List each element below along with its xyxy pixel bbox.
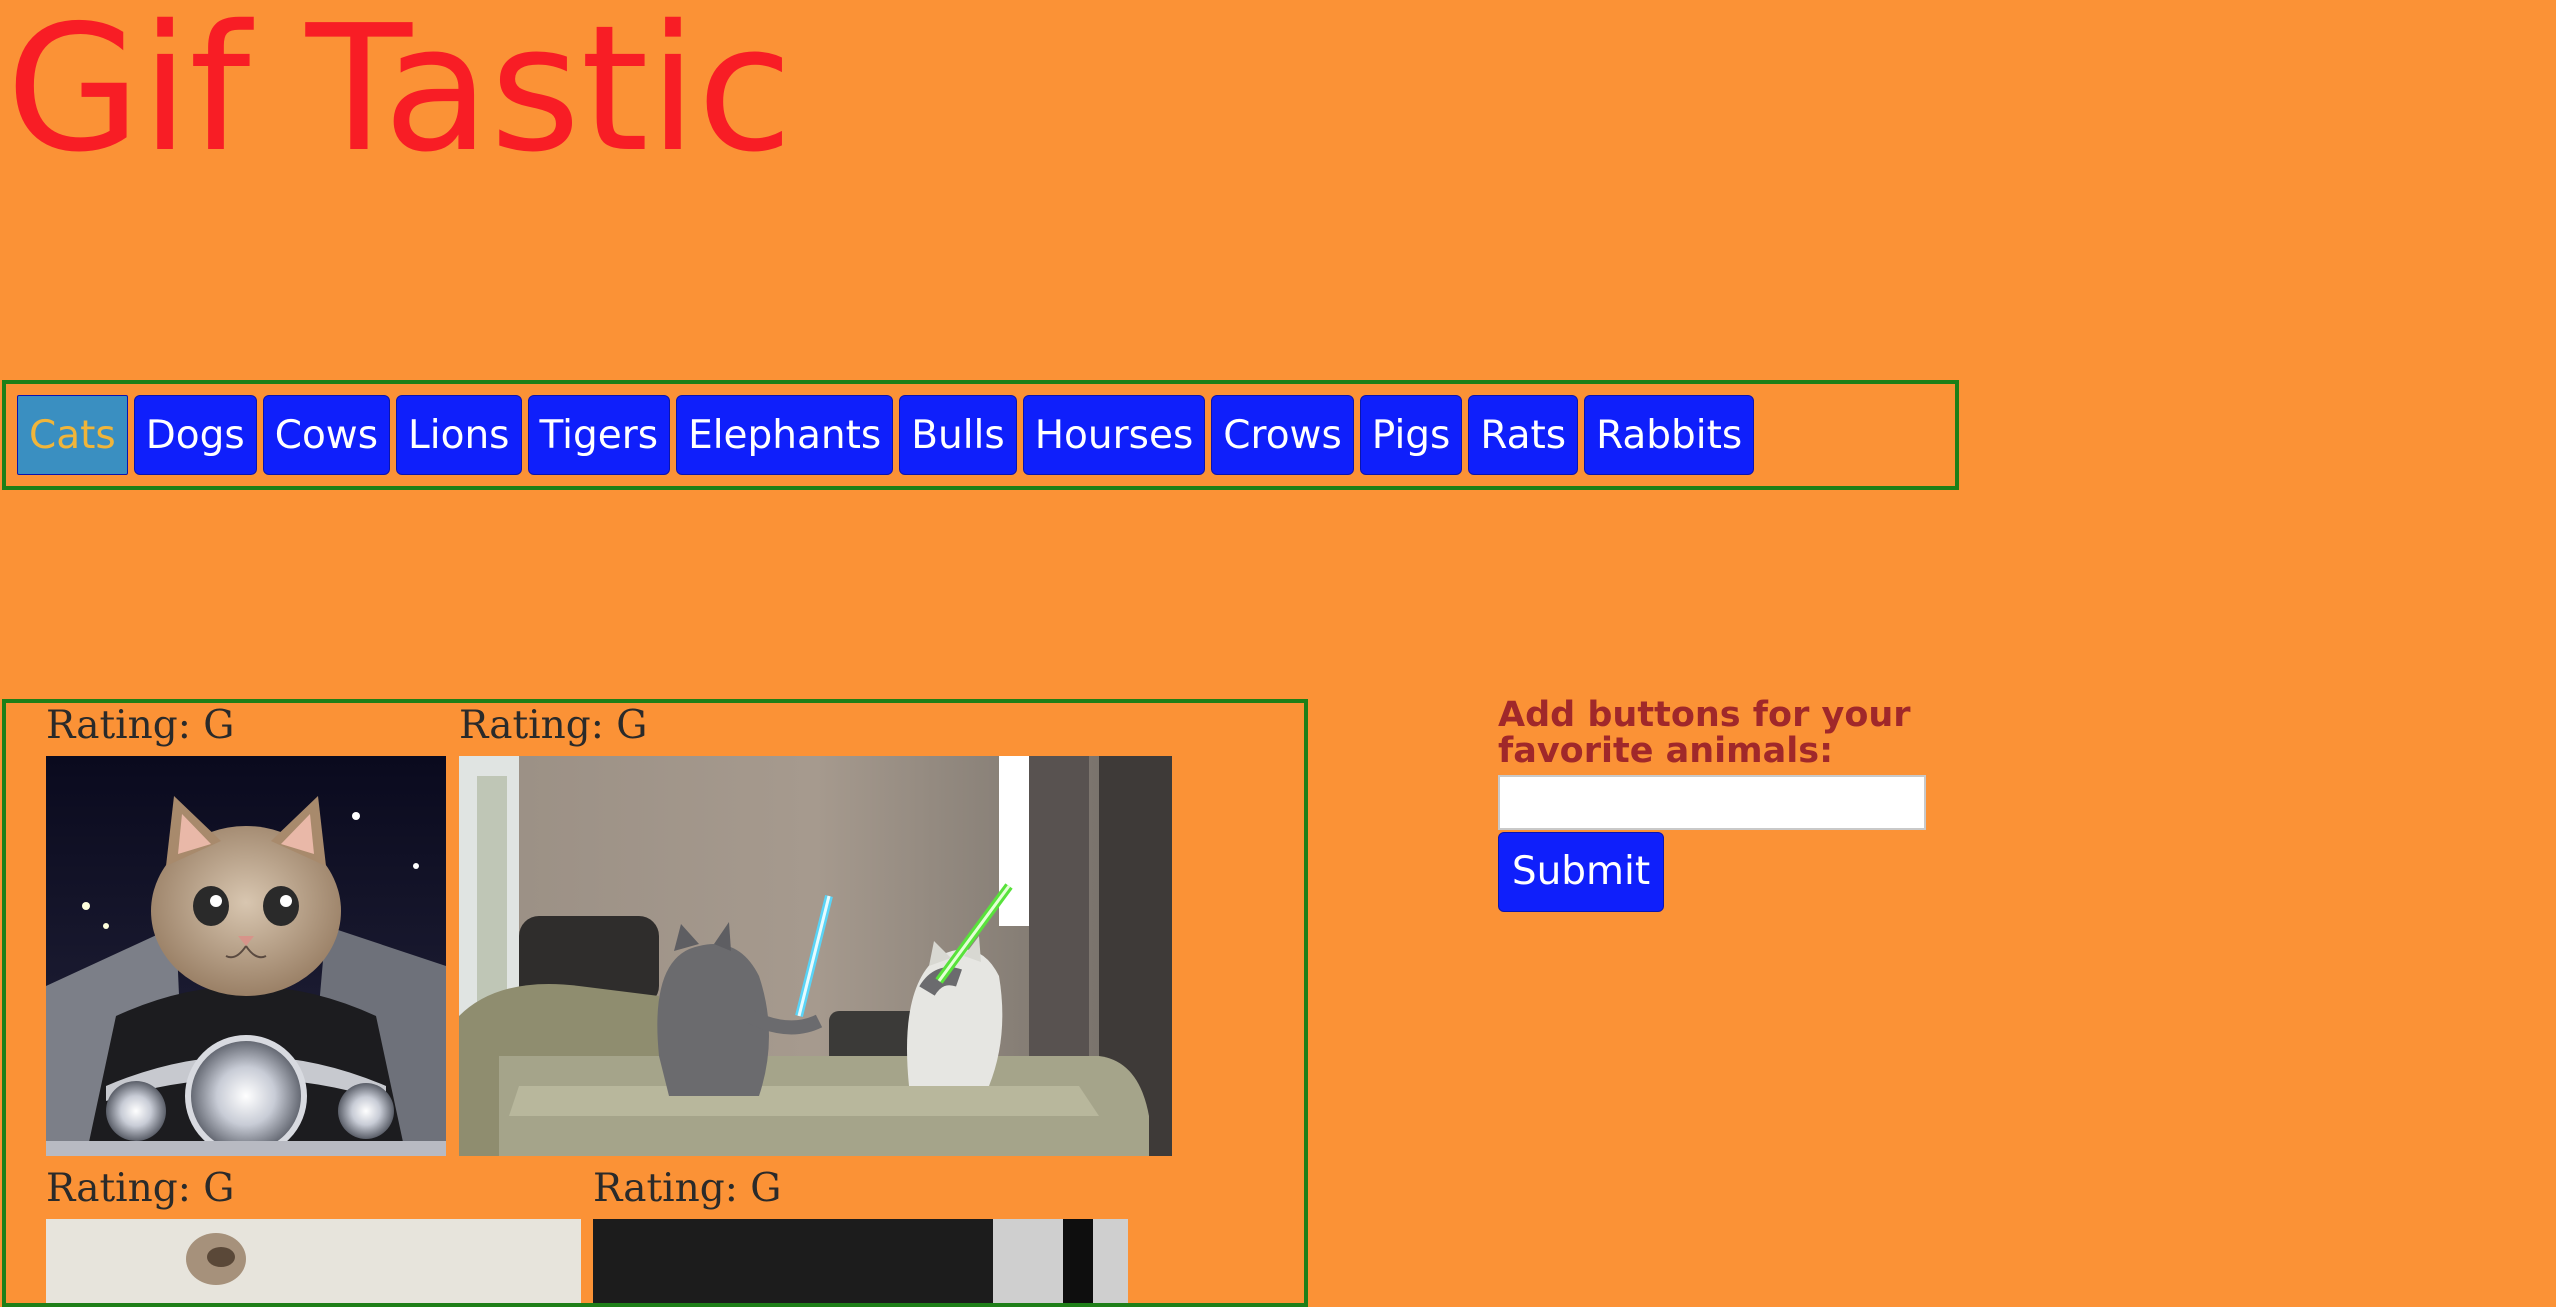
animal-button-rats[interactable]: Rats — [1468, 395, 1579, 475]
animal-button-bar: Cats Dogs Cows Lions Tigers Elephants Bu… — [2, 380, 1959, 490]
animal-button-elephants[interactable]: Elephants — [676, 395, 894, 475]
animal-button-bulls[interactable]: Bulls — [899, 395, 1017, 475]
cat-gif[interactable] — [46, 1219, 581, 1303]
animal-button-cats[interactable]: Cats — [17, 395, 128, 475]
gif-rating: Rating: G — [46, 1166, 235, 1211]
kitten-motorcycle-image — [46, 756, 446, 1156]
gif-rating: Rating: G — [593, 1166, 782, 1211]
page-title: Gif Tastic — [6, 0, 793, 191]
add-animal-label: Add buttons for your favorite animals: — [1498, 695, 1911, 771]
animal-button-lions[interactable]: Lions — [396, 395, 522, 475]
animal-name-input[interactable] — [1498, 775, 1926, 830]
cat-gif-image-3 — [46, 1219, 581, 1303]
gif-rating: Rating: G — [46, 703, 235, 748]
animal-button-pigs[interactable]: Pigs — [1359, 395, 1463, 475]
animal-buttons: Cats Dogs Cows Lions Tigers Elephants Bu… — [17, 395, 1755, 475]
animal-button-hourses[interactable]: Hourses — [1022, 395, 1206, 475]
gif-rating: Rating: G — [459, 703, 648, 748]
animal-button-dogs[interactable]: Dogs — [133, 395, 257, 475]
gif-card: Rating: G — [46, 703, 234, 749]
gif-card: Rating: G — [459, 703, 647, 749]
cat-gif[interactable] — [593, 1219, 1128, 1303]
animal-button-tigers[interactable]: Tigers — [527, 395, 671, 475]
kitten-on-motorcycle-gif[interactable] — [46, 756, 446, 1156]
submit-button[interactable]: Submit — [1498, 832, 1664, 912]
gif-results-panel: Rating: G Rating: G Rating: G Rating: G — [2, 699, 1308, 1307]
animal-button-rabbits[interactable]: Rabbits — [1584, 395, 1755, 475]
cats-lightsaber-image — [459, 756, 1172, 1156]
animal-button-crows[interactable]: Crows — [1211, 395, 1354, 475]
cat-gif-image-4 — [593, 1219, 1128, 1303]
gif-card: Rating: G — [593, 1166, 781, 1212]
add-animal-form: Add buttons for your favorite animals: S… — [1498, 695, 1938, 912]
gif-card: Rating: G — [46, 1166, 234, 1212]
animal-button-cows[interactable]: Cows — [262, 395, 391, 475]
cats-lightsaber-fight-gif[interactable] — [459, 756, 1172, 1156]
